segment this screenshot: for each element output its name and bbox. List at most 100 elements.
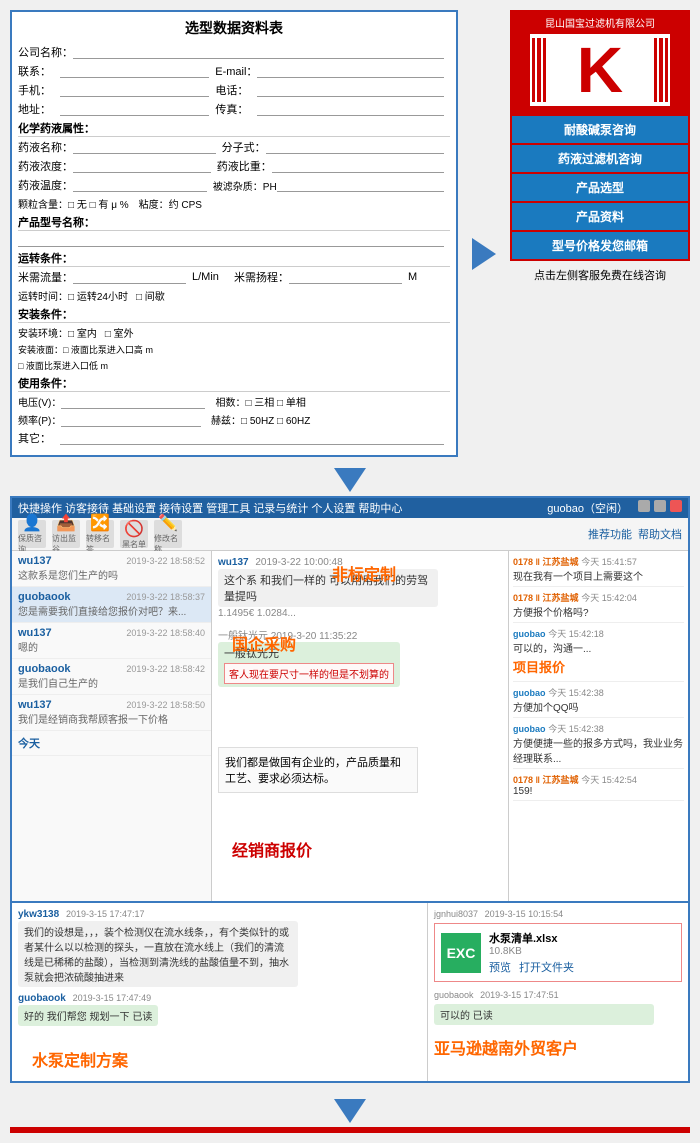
annotation-state-label: 国企采购 <box>232 631 296 655</box>
concentration-field[interactable] <box>73 159 211 173</box>
install-env-row: 安装环境：□ 室内 □ 室外 <box>18 325 450 340</box>
msg-0-values: 1.1495€ 1.0284... <box>218 608 502 619</box>
list-time-0: 2019-3-22 18:58:52 <box>126 556 205 566</box>
email-field[interactable] <box>257 64 444 78</box>
product-name-field[interactable] <box>18 233 444 247</box>
file-box: EXC 水泵清单.xlsx 10.8KB 预览 打开文件夹 <box>434 923 682 982</box>
crm-0: 0178 ‖ 江苏盐城 今天 15:41:57 现在我有一个项目上需要这个 <box>513 555 684 587</box>
reply-content: 可以的 已读 <box>434 1004 654 1025</box>
other-field[interactable] <box>60 431 444 445</box>
toolbar-help[interactable]: 帮助文档 <box>638 526 682 542</box>
address-field[interactable] <box>60 102 209 116</box>
file-name: 水泵清单.xlsx <box>489 930 574 946</box>
liquid-name-field[interactable] <box>73 140 216 154</box>
specific-gravity-field[interactable] <box>272 159 444 173</box>
list-item-2[interactable]: wu137 2019-3-22 18:58:40 嗯的 <box>12 623 211 659</box>
file-open-btn[interactable]: 打开文件夹 <box>519 959 574 975</box>
toolbar-icon-4[interactable]: ✏️ 修改名称 <box>154 520 182 548</box>
power-field[interactable] <box>61 413 201 427</box>
phone-field[interactable] <box>60 83 209 97</box>
toolbar-icon-0[interactable]: 👤 保质咨询 <box>18 520 46 548</box>
menu-btn-4[interactable]: 型号价格发您邮箱 <box>512 232 688 259</box>
list-msg-4: 我们是经销商我帮顾客报一下价格 <box>18 711 198 726</box>
voltage-field[interactable] <box>61 395 205 409</box>
logo-k-letter: K <box>567 34 633 106</box>
other-label: 其它： <box>18 430 60 446</box>
temperature-row: 药液温度： 被滤杂质：PH <box>18 177 450 193</box>
annotation-dealer-label: 经销商报价 <box>232 837 312 861</box>
temperature-label: 药液温度： <box>18 177 73 193</box>
chat-body: wu137 2019-3-22 18:58:52 这款系是您们生产的吗 guob… <box>12 551 688 901</box>
state-purchase-content: 我们都是做国有企业的，产品质量和工艺、要求必须达标。 <box>225 757 401 785</box>
annotation-amazon-label: 亚马逊越南外贸客户 <box>434 1035 578 1059</box>
chat-list: wu137 2019-3-22 18:58:52 这款系是您们生产的吗 guob… <box>12 551 212 901</box>
crm-2-time: 今天 15:42:18 <box>548 629 604 639</box>
concentration-label: 药液浓度： <box>18 158 73 174</box>
toolbar-icon-3[interactable]: 🚫 黑名单 <box>120 520 148 548</box>
list-item-0[interactable]: wu137 2019-3-22 18:58:52 这款系是您们生产的吗 <box>12 551 211 587</box>
arrow-right-shape <box>472 238 496 270</box>
list-item-3[interactable]: guobaook 2019-3-22 18:58:42 是我们自己生产的 <box>12 659 211 695</box>
crm-4-text: 方便便捷一些的报多方式吗，我业业务经理联系... <box>513 735 684 765</box>
company-name: 昆山国宝过滤机有限公司 <box>545 12 655 30</box>
file-preview-btn[interactable]: 预览 <box>489 959 511 975</box>
annotation-pump: 水泵定制方案 <box>32 1047 128 1071</box>
flow-label: 米需流量： <box>18 269 73 285</box>
distance-field[interactable] <box>289 270 402 284</box>
list-time-2: 2019-3-22 18:58:40 <box>126 628 205 638</box>
logo-container: 昆山国宝过滤机有限公司 K <box>510 10 690 116</box>
list-name-4: wu137 <box>18 699 52 711</box>
fax-field[interactable] <box>257 102 444 116</box>
bottom-msg-1-header: guobaook 2019-3-15 17:47:49 <box>18 993 421 1004</box>
toolbar-icon-1[interactable]: 📤 访出监谷 <box>52 520 80 548</box>
contact-label: 联系： <box>18 63 60 79</box>
molecular-label: 分子式： <box>222 139 266 155</box>
power-label: 频率(P)： <box>18 412 61 427</box>
specific-gravity-label: 药液比重： <box>217 158 272 174</box>
list-time-4: 2019-3-22 18:58:50 <box>126 700 205 710</box>
liquid-name-row: 药液名称： 分子式： <box>18 139 450 155</box>
operation-section-title: 运转条件： <box>18 250 450 267</box>
company-field[interactable] <box>73 45 444 59</box>
toolbar-icon-2[interactable]: 🔀 转移名答 <box>86 520 114 548</box>
user-info: guobao（空闲） <box>547 500 628 516</box>
runtime-row: 运转时间：□ 运转24小时 □ 间歇 <box>18 288 450 303</box>
toolbar-recommend[interactable]: 推荐功能 <box>588 526 632 542</box>
menu-btn-0[interactable]: 耐酸碱泵咨询 <box>512 116 688 145</box>
list-item-5[interactable]: 今天 <box>12 731 211 756</box>
list-item-4[interactable]: wu137 2019-3-22 18:58:50 我们是经销商我帮顾客报一下价格 <box>12 695 211 731</box>
bottom-arrow-shape <box>334 1099 366 1123</box>
list-item-5-header: 今天 <box>18 735 205 751</box>
tel-field[interactable] <box>257 83 444 97</box>
list-item-1[interactable]: guobaook 2019-3-22 18:58:37 您是需要我们直接给您报价… <box>12 587 211 623</box>
temperature-field[interactable] <box>73 178 207 192</box>
bl1 <box>532 38 535 102</box>
form-title: 选型数据资料表 <box>18 18 450 38</box>
list-msg-1: 您是需要我们直接给您报价对吧？来... <box>18 603 198 618</box>
molecular-field[interactable] <box>266 140 444 154</box>
distance-label: 米需扬程： <box>234 269 289 285</box>
annotation-amazon: 亚马逊越南外贸客户 <box>434 1035 682 1059</box>
crm-4-name: guobao <box>513 724 546 734</box>
crm-3: guobao 今天 15:42:38 方便加个QQ吗 <box>513 686 684 718</box>
contact-field[interactable] <box>60 64 209 78</box>
company-panel: 昆山国宝过滤机有限公司 K 耐酸碱泵咨询 药液过滤机咨询 产品选型 产品资料 <box>510 10 690 457</box>
usage-section-title: 使用条件： <box>18 375 450 392</box>
file-actions: 预览 打开文件夹 <box>489 959 574 975</box>
list-time-3: 2019-3-22 18:58:42 <box>126 664 205 674</box>
chat-toolbar: 👤 保质咨询 📤 访出监谷 🔀 转移名答 🚫 黑名单 ✏️ 修改名称 推荐功能 … <box>12 518 688 551</box>
close-btn[interactable] <box>670 500 682 512</box>
menu-btn-2[interactable]: 产品选型 <box>512 174 688 203</box>
impurity-field[interactable] <box>277 178 444 192</box>
msg-1-highlight: 客人现在要尺寸一样的但是不划算的 <box>224 663 394 684</box>
menu-btn-1[interactable]: 药液过滤机咨询 <box>512 145 688 174</box>
list-name-2: wu137 <box>18 627 52 639</box>
menu-btn-3[interactable]: 产品资料 <box>512 203 688 232</box>
contact-email-row: 联系： E-mail： <box>18 63 450 79</box>
minimize-btn[interactable] <box>638 500 650 512</box>
list-item-2-header: wu137 2019-3-22 18:58:40 <box>18 627 205 639</box>
address-row: 地址： 传真： <box>18 101 450 117</box>
maximize-btn[interactable] <box>654 500 666 512</box>
flow-field[interactable] <box>73 270 186 284</box>
crm-2-highlight: 项目报价 <box>513 657 684 676</box>
